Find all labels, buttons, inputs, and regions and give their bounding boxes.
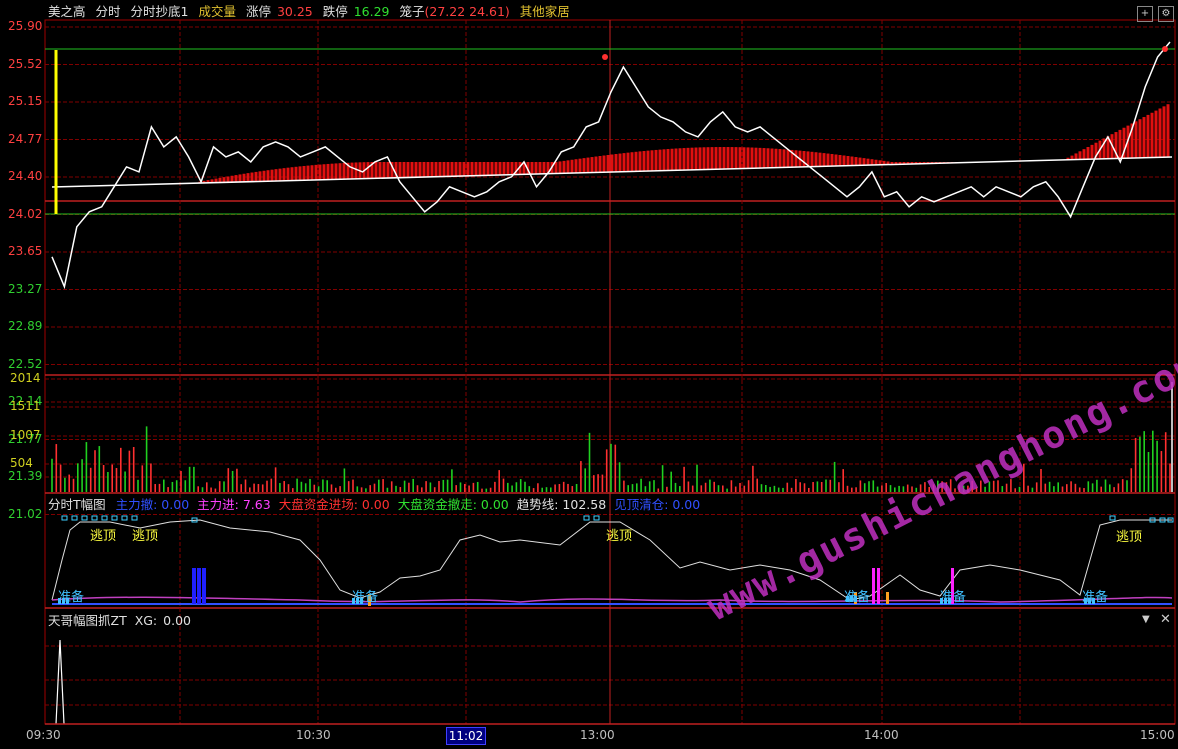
tab-intraday-bottom[interactable]: 分时抄底1 [131, 4, 189, 19]
price-tick-label: 22.89 [8, 319, 43, 333]
top-dot-marker [61, 515, 68, 521]
main-force-enter-bar [877, 568, 880, 604]
price-tick-label: 25.52 [8, 56, 43, 71]
main-force-exit-bar [197, 568, 201, 604]
price-tick-label: 21.39 [8, 469, 43, 483]
volume-tick-label: 1007 [10, 428, 41, 442]
average-price-bars [51, 104, 1173, 188]
stock-name: 美之高 [48, 4, 86, 19]
indicator-item-4: 趋势线: 102.58 [516, 497, 607, 512]
top-dot-marker [71, 515, 78, 521]
volume-tick-label: 1511 [10, 399, 41, 413]
magenta-curve [51, 596, 1173, 603]
cage-label: 笼子 [399, 4, 425, 19]
top-dot-marker [81, 515, 88, 521]
time-label-1500: 15:00 [1140, 728, 1175, 742]
cage-values: (27.22 24.61) [424, 4, 510, 19]
escape-top-label: 逃顶 [1116, 530, 1143, 545]
dropdown-icon[interactable]: ▼ [1142, 614, 1150, 625]
xg-label: XG: [134, 613, 158, 628]
industry-label[interactable]: 其他家居 [520, 4, 570, 19]
prepare-label: 准备 [352, 590, 379, 605]
bottom-title[interactable]: 天哥幅图抓ZT [48, 613, 127, 628]
indicator-item-0: 主力撤: 0.00 [115, 497, 190, 512]
prepare-label: 准备 [58, 590, 85, 605]
top-dot-marker [111, 515, 118, 521]
prepare-label: 准备 [844, 590, 871, 605]
main-force-exit-bar [202, 568, 206, 604]
escape-top-label: 逃顶 [90, 529, 117, 544]
top-dot-marker [91, 515, 98, 521]
volume-toggle[interactable]: 成交量 [198, 4, 236, 19]
cursor-time-label: 11:02 [446, 727, 486, 745]
limit-down-label: 跌停 [322, 4, 348, 19]
price-tick-label: 24.02 [8, 206, 43, 221]
top-dot-marker [131, 515, 138, 521]
indicator-title[interactable]: 分时T幅图 [48, 497, 106, 512]
close-marker [1162, 46, 1168, 52]
indicator-item-3: 大盘资金撤走: 0.00 [397, 497, 509, 512]
time-label-1030: 10:30 [296, 728, 331, 742]
price-tick-label: 22.52 [8, 356, 43, 371]
time-label-1300: 13:00 [580, 728, 615, 742]
indicator-item-2: 大盘资金进场: 0.00 [278, 497, 390, 512]
high-marker [602, 54, 608, 60]
top-dot-marker [593, 515, 600, 521]
intraday-chart-window: 美之高 分时 分时抄底1 成交量 涨停 30.25 跌停 16.29 笼子(27… [0, 0, 1178, 749]
top-dot-marker [1109, 515, 1116, 521]
main-force-enter-bar [872, 568, 875, 604]
limit-up-label: 涨停 [245, 4, 271, 19]
close-icon[interactable]: ✕ [1160, 612, 1171, 627]
indicator-header: 分时T幅图 主力撤: 0.00 主力进: 7.63 大盘资金进场: 0.00 大盘资金… [48, 496, 714, 514]
price-tick-label: 23.27 [8, 281, 43, 296]
price-tick-label: 24.40 [8, 169, 43, 183]
top-dot-marker [101, 515, 108, 521]
time-label-0930: 09:30 [26, 728, 61, 742]
volume-tick-label: 2014 [10, 371, 41, 385]
price-panel-header: 美之高 分时 分时抄底1 成交量 涨停 30.25 跌停 16.29 笼子(27… [48, 3, 576, 21]
top-dot-marker [121, 515, 128, 521]
volume-tick-label: 504 [10, 456, 33, 470]
price-tick-label: 23.65 [8, 244, 43, 258]
prepare-label: 准备 [940, 590, 967, 605]
prepare-label: 准备 [1082, 590, 1109, 605]
price-tick-label: 25.90 [8, 19, 43, 33]
settings-icon[interactable]: ⚙ [1158, 6, 1174, 22]
price-tick-label: 25.15 [8, 94, 43, 108]
escape-top-label: 逃顶 [606, 529, 633, 544]
xg-value: 0.00 [163, 613, 191, 628]
xg-spike [55, 639, 65, 725]
price-tick-label: 21.02 [8, 506, 43, 521]
bottom-panel-header: 天哥幅图抓ZT XG: 0.00 [48, 612, 197, 630]
add-icon[interactable]: + [1137, 6, 1153, 22]
time-label-1400: 14:00 [864, 728, 899, 742]
orange-signal-bar [886, 592, 889, 604]
tab-intraday[interactable]: 分时 [96, 4, 121, 19]
indicator-item-1: 主力进: 7.63 [197, 497, 271, 512]
escape-top-label: 逃顶 [132, 529, 159, 544]
limit-down-value: 16.29 [353, 4, 390, 19]
limit-up-value: 30.25 [276, 4, 313, 19]
indicator-item-5: 见顶清仓: 0.00 [614, 497, 701, 512]
chart-canvas[interactable] [0, 0, 1178, 749]
top-dot-marker [583, 515, 590, 521]
main-force-exit-bar [192, 568, 196, 604]
price-tick-label: 24.77 [8, 131, 43, 146]
